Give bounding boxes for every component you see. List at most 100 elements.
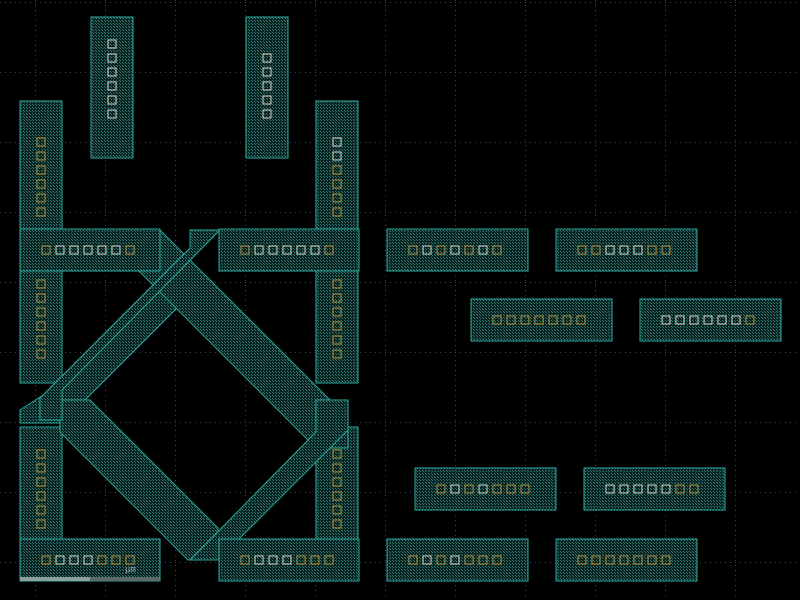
grid-dot xyxy=(515,282,516,283)
grid-dot xyxy=(175,345,176,346)
grid-dot xyxy=(15,2,16,3)
grid-dot xyxy=(295,142,296,143)
horizontal-bar[interactable] xyxy=(555,538,698,582)
grid-dot xyxy=(595,40,596,41)
grid-dot xyxy=(500,142,501,143)
horizontal-bar[interactable] xyxy=(470,298,613,342)
grid-dot xyxy=(250,422,251,423)
grid-dot xyxy=(175,15,176,16)
horizontal-rail[interactable] xyxy=(19,538,161,582)
grid-dot xyxy=(485,422,486,423)
grid-dot xyxy=(595,535,596,536)
horizontal-rail[interactable] xyxy=(218,538,360,582)
grid-dot xyxy=(725,2,726,3)
grid-dot xyxy=(645,72,646,73)
grid-dot xyxy=(245,492,246,493)
grid-dot xyxy=(245,405,246,406)
grid-dot xyxy=(525,295,526,296)
grid-dot xyxy=(65,212,66,213)
grid-dot xyxy=(665,450,666,451)
grid-dot xyxy=(735,70,736,71)
grid-dot xyxy=(595,75,596,76)
grid-dot xyxy=(525,20,526,21)
grid-dot xyxy=(180,352,181,353)
grid-dot xyxy=(385,495,386,496)
grid-dot xyxy=(385,90,386,91)
grid-dot xyxy=(190,352,191,353)
grid-dot xyxy=(245,430,246,431)
horizontal-bar[interactable] xyxy=(386,228,529,272)
grid-dot xyxy=(405,2,406,3)
grid-dot xyxy=(385,580,386,581)
grid-dot xyxy=(540,212,541,213)
grid-dot xyxy=(465,212,466,213)
grid-dot xyxy=(135,72,136,73)
grid-dot xyxy=(245,450,246,451)
grid-dot xyxy=(455,430,456,431)
grid-dot xyxy=(760,282,761,283)
grid-dot xyxy=(750,72,751,73)
grid-dot xyxy=(145,142,146,143)
vertical-stub[interactable] xyxy=(245,16,289,159)
grid-dot xyxy=(540,282,541,283)
grid-dot xyxy=(245,300,246,301)
layout-canvas[interactable]: µm xyxy=(0,0,800,600)
grid-dot xyxy=(270,422,271,423)
grid-dot xyxy=(370,212,371,213)
grid-dot xyxy=(735,545,736,546)
grid-dot xyxy=(220,142,221,143)
horizontal-bar[interactable] xyxy=(386,538,529,582)
layout-shapes[interactable] xyxy=(19,16,782,582)
grid-dot xyxy=(775,492,776,493)
grid-dot xyxy=(445,422,446,423)
grid-dot xyxy=(455,200,456,201)
grid-dot xyxy=(390,492,391,493)
grid-dot xyxy=(735,190,736,191)
grid-dot xyxy=(405,142,406,143)
horizontal-bar[interactable] xyxy=(583,467,726,511)
grid-dot xyxy=(105,190,106,191)
grid-dot xyxy=(715,282,716,283)
grid-dot xyxy=(505,422,506,423)
horizontal-rail[interactable] xyxy=(19,228,161,272)
grid-dot xyxy=(455,515,456,516)
grid-dot xyxy=(460,352,461,353)
grid-dot xyxy=(105,210,106,211)
horizontal-bar[interactable] xyxy=(639,298,782,342)
grid-dot xyxy=(395,282,396,283)
grid-dot xyxy=(530,352,531,353)
diagonal-wire[interactable] xyxy=(59,399,219,561)
grid-dot xyxy=(175,210,176,211)
grid-dot xyxy=(135,422,136,423)
grid-dot xyxy=(680,352,681,353)
horizontal-bar[interactable] xyxy=(414,467,557,511)
grid-dot xyxy=(105,510,106,511)
grid-dot xyxy=(385,350,386,351)
grid-dot xyxy=(570,492,571,493)
grid-dot xyxy=(735,200,736,201)
grid-dot xyxy=(540,352,541,353)
grid-dot xyxy=(455,90,456,91)
horizontal-rail[interactable] xyxy=(218,228,360,272)
grid-dot xyxy=(795,492,796,493)
grid-dot xyxy=(105,515,106,516)
grid-dot xyxy=(735,145,736,146)
grid-dot xyxy=(500,72,501,73)
grid-dot xyxy=(10,562,11,563)
grid-dot xyxy=(365,282,366,283)
grid-dot xyxy=(455,80,456,81)
grid-dot xyxy=(760,142,761,143)
grid-dot xyxy=(385,595,386,596)
grid-dot xyxy=(715,72,716,73)
grid-dot xyxy=(555,422,556,423)
grid-dot xyxy=(175,440,176,441)
grid-dot xyxy=(385,30,386,31)
grid-dot xyxy=(175,480,176,481)
grid-dot xyxy=(665,280,666,281)
vertical-stub[interactable] xyxy=(90,16,134,159)
grid-dot xyxy=(765,562,766,563)
grid-dot xyxy=(625,2,626,3)
grid-dot xyxy=(595,295,596,296)
grid-dot xyxy=(595,25,596,26)
horizontal-bar[interactable] xyxy=(555,228,698,272)
